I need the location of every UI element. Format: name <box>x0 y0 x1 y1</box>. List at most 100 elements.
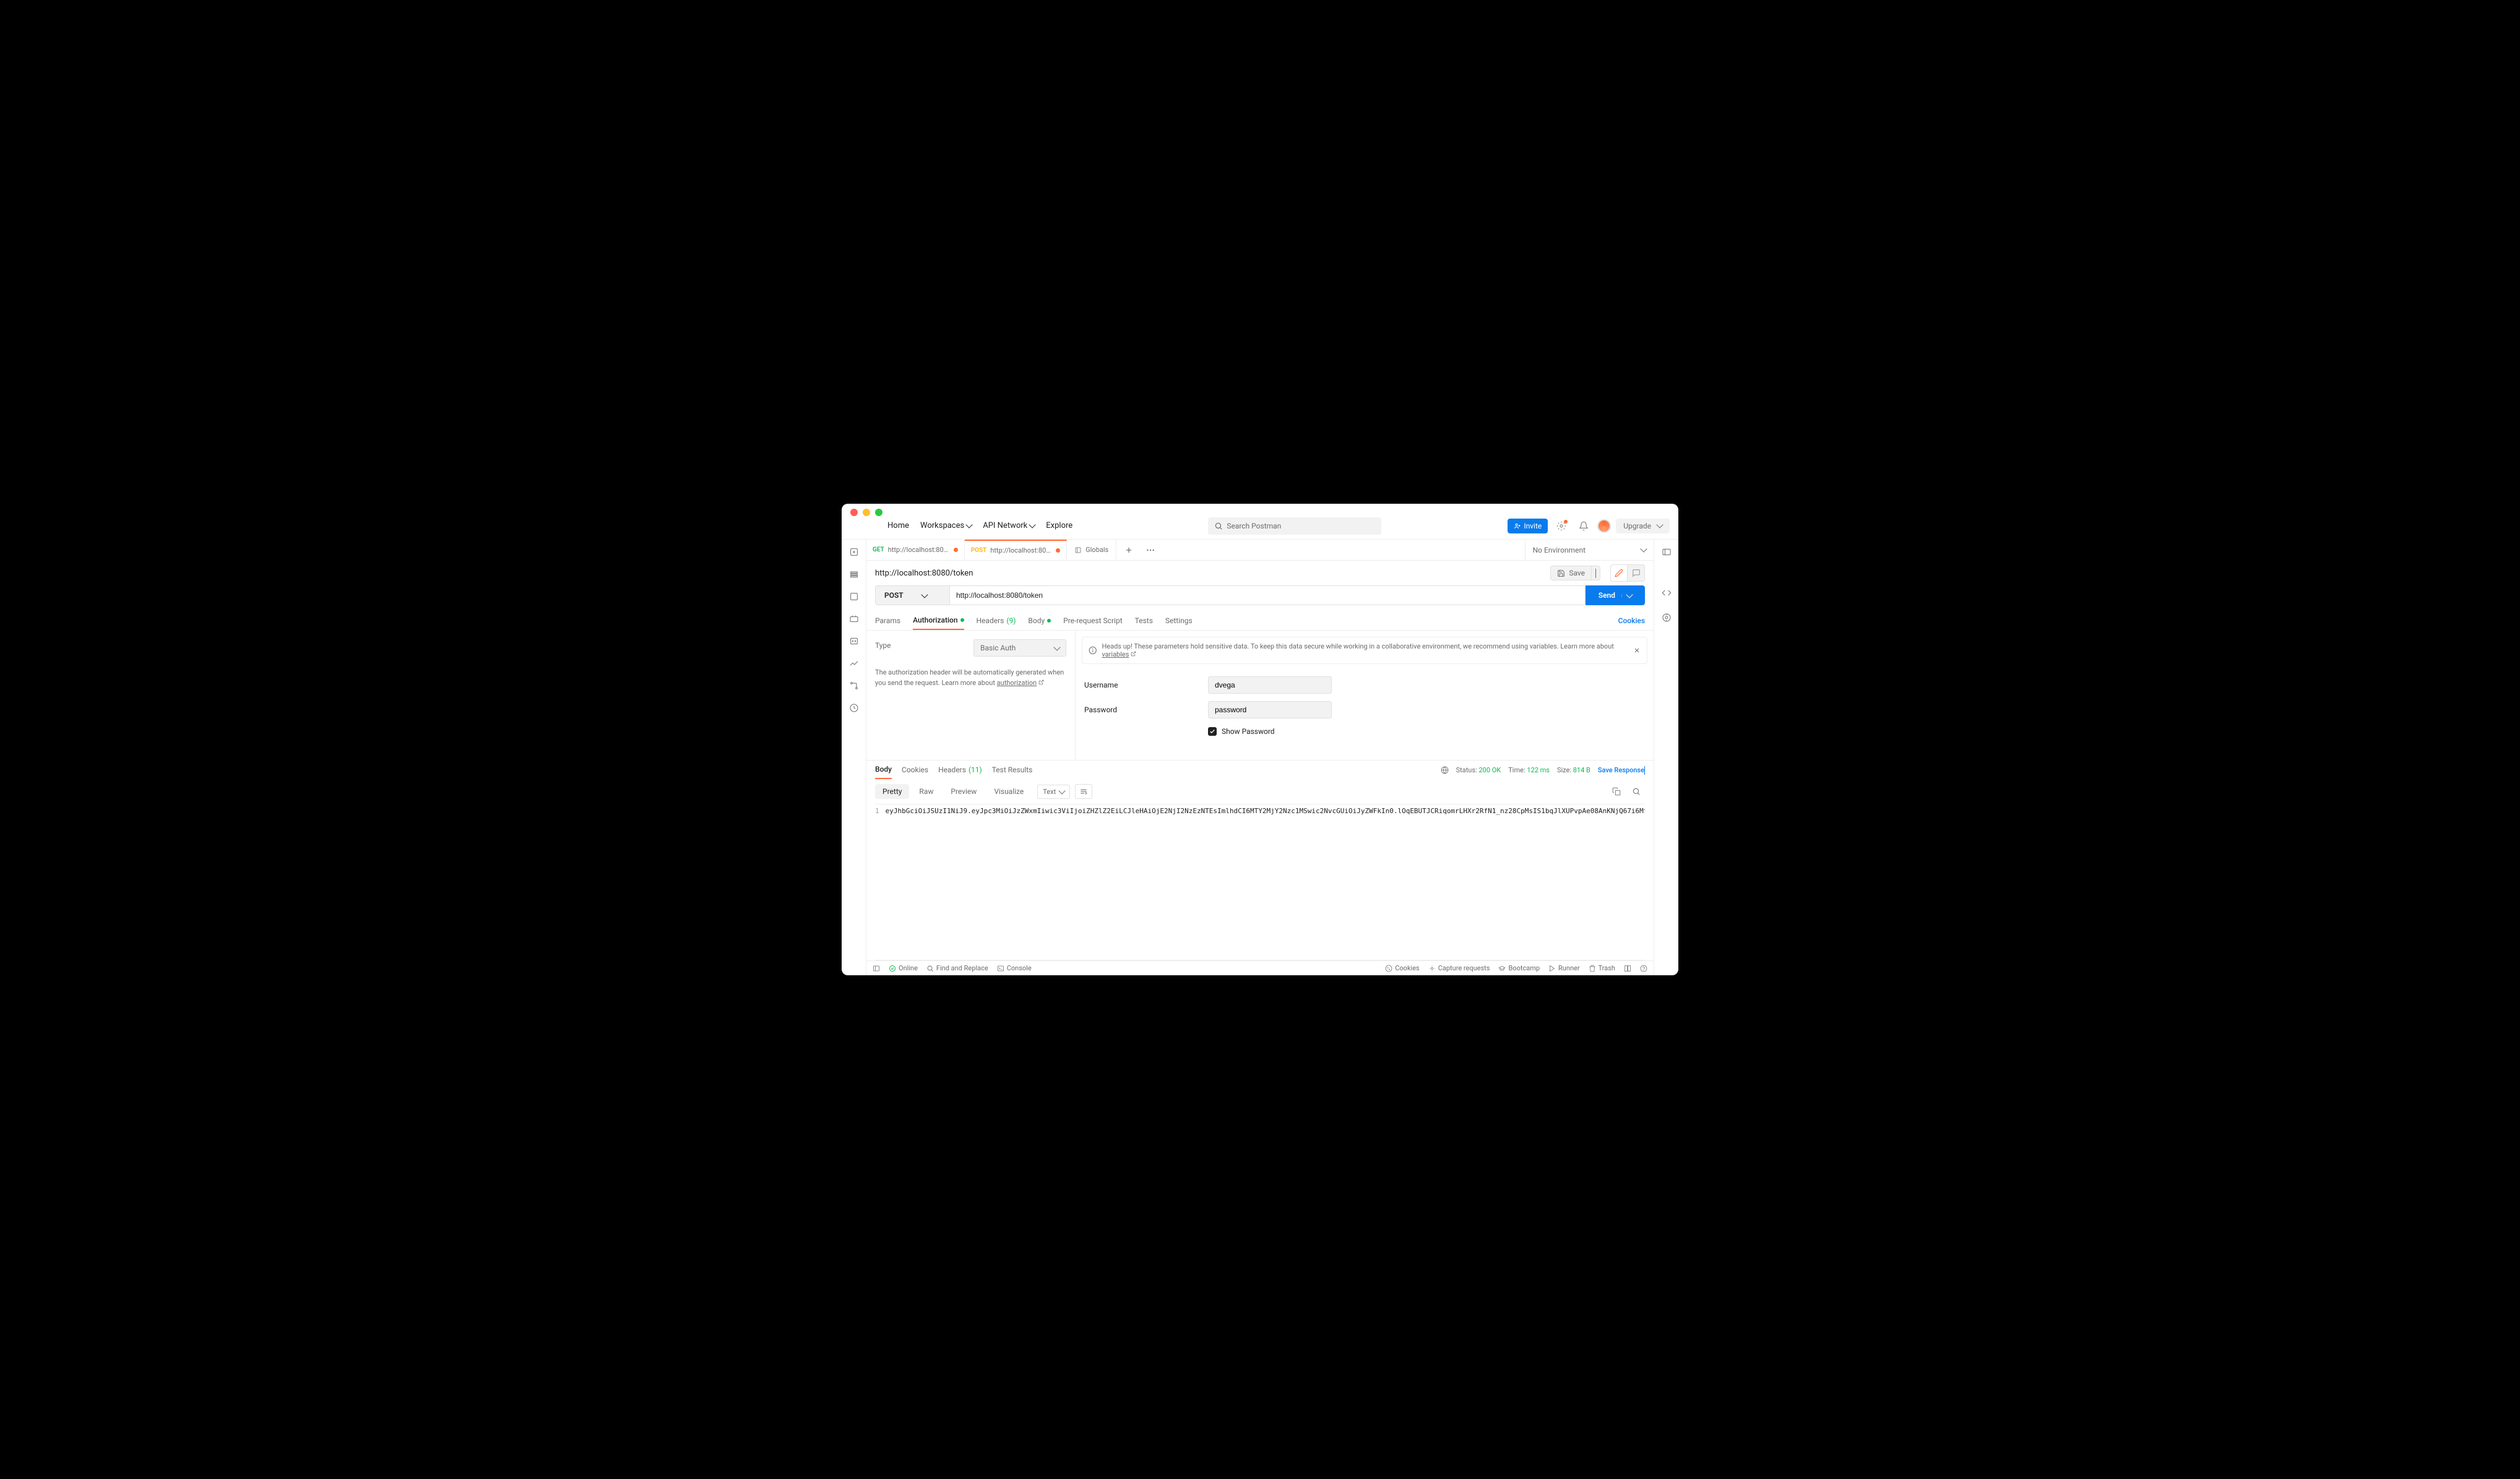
breadcrumb-row: http://localhost:8080/token Save <box>866 561 1654 585</box>
save-dropdown[interactable] <box>1592 566 1600 580</box>
resp-tab-tests[interactable]: Test Results <box>992 761 1033 779</box>
status-collapse[interactable] <box>873 965 880 972</box>
tab-authorization[interactable]: Authorization <box>913 611 964 630</box>
rail-env-quick-icon[interactable] <box>1658 543 1675 561</box>
search-response-button[interactable] <box>1628 783 1645 800</box>
info-banner: Heads up! These parameters hold sensitiv… <box>1082 637 1647 664</box>
username-label: Username <box>1084 681 1196 689</box>
status-trash[interactable]: Trash <box>1589 964 1615 972</box>
format-selector[interactable]: Text <box>1037 785 1070 799</box>
response-body[interactable]: 1 eyJhbGciOiJSUzI1NiJ9.eyJpc3MiOiJzZWxmI… <box>875 804 1645 960</box>
rail-apis-icon[interactable] <box>845 588 863 605</box>
status-online[interactable]: Online <box>889 964 918 972</box>
authorization-link[interactable]: authorization <box>997 679 1037 687</box>
password-input[interactable] <box>1208 701 1332 718</box>
show-password-checkbox[interactable] <box>1208 727 1217 736</box>
status-find[interactable]: Find and Replace <box>926 964 988 972</box>
rail-monitors-icon[interactable] <box>845 655 863 672</box>
nav-api-network-label: API Network <box>983 521 1027 530</box>
tab-body-label: Body <box>1028 616 1045 625</box>
save-response-button[interactable]: Save Response <box>1598 766 1645 774</box>
wrap-lines-button[interactable] <box>1075 784 1092 799</box>
resp-tab-headers[interactable]: Headers (11) <box>938 761 982 779</box>
method-selector[interactable]: POST <box>875 585 949 605</box>
rail-collections-icon[interactable] <box>845 566 863 583</box>
environment-selector[interactable]: No Environment <box>1525 540 1654 560</box>
search-input[interactable]: Search Postman <box>1208 517 1381 535</box>
edit-button[interactable] <box>1610 564 1628 582</box>
new-tab-button[interactable] <box>1116 546 1141 554</box>
close-icon[interactable] <box>1633 647 1641 654</box>
status-console[interactable]: Console <box>997 964 1032 972</box>
unsaved-dot <box>1056 548 1060 553</box>
password-label: Password <box>1084 705 1196 714</box>
resp-tab-body[interactable]: Body <box>875 761 892 779</box>
globe-icon[interactable] <box>1441 766 1449 774</box>
send-button[interactable]: Send <box>1586 585 1645 605</box>
tab-get-request[interactable]: GET http://localhost:8080/ <box>866 540 965 560</box>
nav-explore[interactable]: Explore <box>1046 521 1072 530</box>
nav-home[interactable]: Home <box>887 521 909 530</box>
nav-workspaces[interactable]: Workspaces <box>920 521 972 530</box>
cookies-link[interactable]: Cookies <box>1618 616 1645 625</box>
tab-params[interactable]: Params <box>875 611 900 630</box>
chevron-down-icon <box>1644 766 1645 775</box>
rail-flows-icon[interactable] <box>845 677 863 694</box>
top-nav: Home Workspaces API Network Explore Sear… <box>842 512 1678 540</box>
request-tabs: Params Authorization Headers (9) Body Pr… <box>866 611 1654 630</box>
breadcrumb: http://localhost:8080/token <box>875 569 973 578</box>
show-password-row: Show Password <box>1076 722 1654 741</box>
response-viewbar: Pretty Raw Preview Visualize Text <box>866 779 1654 804</box>
view-pretty[interactable]: Pretty <box>875 784 909 799</box>
view-visualize[interactable]: Visualize <box>986 784 1031 799</box>
view-preview[interactable]: Preview <box>943 784 984 799</box>
tab-headers[interactable]: Headers (9) <box>977 611 1016 630</box>
copy-button[interactable] <box>1608 783 1625 800</box>
rail-code-icon[interactable] <box>1658 584 1675 602</box>
resp-headers-count: (11) <box>969 765 982 774</box>
comment-button[interactable] <box>1628 564 1645 582</box>
tab-settings[interactable]: Settings <box>1165 611 1193 630</box>
view-raw[interactable]: Raw <box>912 784 941 799</box>
auth-type-selector[interactable]: Basic Auth <box>973 639 1066 657</box>
auth-description: The authorization header will be automat… <box>875 668 1066 688</box>
maximize-window-icon[interactable] <box>875 509 882 516</box>
invite-button[interactable]: Invite <box>1508 519 1548 533</box>
nav-workspaces-label: Workspaces <box>920 521 964 530</box>
url-input[interactable] <box>949 585 1586 605</box>
close-window-icon[interactable] <box>850 509 858 516</box>
upgrade-button[interactable]: Upgrade <box>1616 519 1670 533</box>
tab-body[interactable]: Body <box>1028 611 1051 630</box>
status-layout[interactable] <box>1624 965 1631 972</box>
status-cookies[interactable]: Cookies <box>1385 964 1419 972</box>
auth-type-label: Type <box>875 641 891 650</box>
tab-post-request[interactable]: POST http://localhost:8080/ <box>965 540 1068 560</box>
tab-label: http://localhost:8080/ <box>888 546 950 554</box>
chevron-down-icon <box>1656 521 1663 528</box>
rail-environments-icon[interactable] <box>845 610 863 627</box>
username-input[interactable] <box>1208 676 1332 694</box>
external-link-icon <box>1131 651 1136 657</box>
rail-mock-icon[interactable] <box>845 632 863 650</box>
notifications-icon[interactable] <box>1575 517 1592 535</box>
status-bootcamp[interactable]: Bootcamp <box>1498 964 1540 972</box>
tab-tests[interactable]: Tests <box>1135 611 1153 630</box>
variables-link[interactable]: variables <box>1102 650 1129 658</box>
status-help[interactable] <box>1640 965 1647 972</box>
minimize-window-icon[interactable] <box>863 509 870 516</box>
status-runner[interactable]: Runner <box>1548 964 1580 972</box>
tab-options-button[interactable] <box>1141 549 1160 551</box>
nav-api-network[interactable]: API Network <box>983 521 1035 530</box>
resp-tab-cookies[interactable]: Cookies <box>902 761 928 779</box>
settings-icon[interactable] <box>1553 517 1570 535</box>
tab-prerequest[interactable]: Pre-request Script <box>1063 611 1122 630</box>
status-capture[interactable]: Capture requests <box>1428 964 1490 972</box>
chevron-down-icon <box>1029 521 1036 528</box>
send-dropdown[interactable] <box>1621 594 1632 597</box>
rail-history-icon[interactable] <box>845 699 863 717</box>
tab-globals[interactable]: Globals <box>1067 540 1116 560</box>
save-button[interactable]: Save <box>1550 566 1592 580</box>
rail-info-icon[interactable] <box>1658 609 1675 626</box>
rail-new-icon[interactable] <box>845 543 863 561</box>
avatar[interactable] <box>1597 519 1611 533</box>
